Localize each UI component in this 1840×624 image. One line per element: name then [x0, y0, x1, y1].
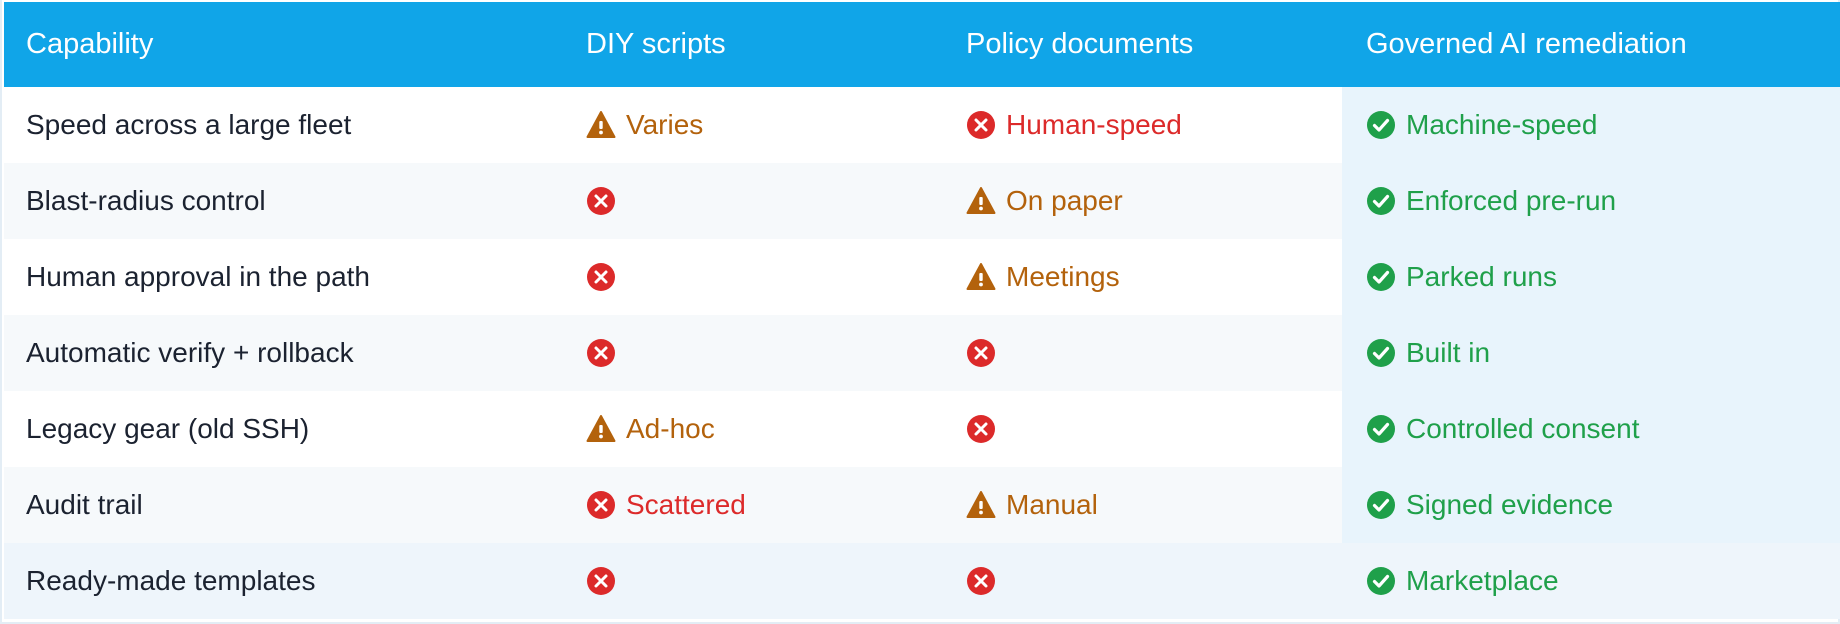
diy-cell: Ad-hoc — [586, 391, 956, 467]
comparison-table: Capability DIY scripts Policy documents … — [0, 0, 1840, 624]
check-circle-icon — [1366, 186, 1396, 216]
governed-status-text: Parked runs — [1406, 261, 1557, 292]
capability-cell: Audit trail — [26, 489, 143, 520]
governed-status-text: Controlled consent — [1406, 413, 1640, 444]
diy-cell: Scattered — [586, 467, 956, 543]
table-row: Speed across a large fleet Varies Human-sp… — [4, 87, 1840, 163]
policy-cell — [966, 315, 1356, 391]
policy-status-text: On paper — [1006, 185, 1123, 216]
capability-cell: Automatic verify + rollback — [26, 337, 354, 368]
table-row: Automatic verify + rollback Built in — [4, 315, 1840, 391]
x-circle-icon — [966, 566, 996, 596]
header-diy-scripts: DIY scripts — [586, 28, 726, 60]
table-row: Audit trail Scattered Manual Signed evidenc… — [4, 467, 1840, 543]
table-row: Legacy gear (old SSH) Ad-hoc Controlled co… — [4, 391, 1840, 467]
check-circle-icon — [1366, 566, 1396, 596]
policy-status-text: Manual — [1006, 489, 1098, 520]
capability-cell: Speed across a large fleet — [26, 109, 352, 140]
diy-cell — [586, 163, 956, 239]
diy-cell — [586, 543, 956, 619]
governed-cell: Signed evidence — [1342, 467, 1840, 543]
check-circle-icon — [1366, 338, 1396, 368]
check-circle-icon — [1366, 490, 1396, 520]
governed-cell: Parked runs — [1342, 239, 1840, 315]
governed-cell: Built in — [1342, 315, 1840, 391]
diy-cell — [586, 239, 956, 315]
x-circle-icon — [966, 414, 996, 444]
header-governed-ai-remediation: Governed AI remediation — [1366, 28, 1687, 60]
governed-cell: Enforced pre-run — [1342, 163, 1840, 239]
x-circle-icon — [966, 110, 996, 140]
governed-status-text: Enforced pre-run — [1406, 185, 1617, 216]
table-row: Human approval in the path Meetings Parked… — [4, 239, 1840, 315]
capability-cell: Human approval in the path — [26, 261, 370, 292]
x-circle-icon — [586, 490, 616, 520]
x-circle-icon — [586, 262, 616, 292]
policy-cell: Meetings — [966, 239, 1356, 315]
capability-cell: Ready-made templates — [26, 565, 316, 596]
x-circle-icon — [586, 566, 616, 596]
policy-cell: On paper — [966, 163, 1356, 239]
header-capability: Capability — [26, 28, 154, 60]
diy-status-text: Scattered — [626, 489, 746, 520]
check-circle-icon — [1366, 414, 1396, 444]
capability-cell: Blast-radius control — [26, 185, 266, 216]
governed-status-text: Built in — [1406, 337, 1491, 368]
x-circle-icon — [966, 338, 996, 368]
policy-cell: Manual — [966, 467, 1356, 543]
x-circle-icon — [586, 338, 616, 368]
governed-cell: Controlled consent — [1342, 391, 1840, 467]
table-row: Blast-radius control On paper Enforced pre… — [4, 163, 1840, 239]
policy-status-text: Meetings — [1006, 261, 1120, 292]
policy-cell — [966, 391, 1356, 467]
governed-status-text: Machine-speed — [1406, 109, 1598, 140]
governed-status-text: Signed evidence — [1406, 489, 1614, 520]
policy-cell — [966, 543, 1356, 619]
governed-cell: Marketplace — [1342, 543, 1840, 619]
warning-icon — [586, 414, 616, 444]
check-circle-icon — [1366, 262, 1396, 292]
warning-icon — [966, 262, 996, 292]
diy-status-text: Ad-hoc — [626, 413, 715, 444]
check-circle-icon — [1366, 110, 1396, 140]
policy-cell: Human-speed — [966, 87, 1356, 163]
governed-cell: Machine-speed — [1342, 87, 1840, 163]
policy-status-text: Human-speed — [1006, 109, 1182, 140]
diy-cell — [586, 315, 956, 391]
warning-icon — [966, 490, 996, 520]
diy-cell: Varies — [586, 87, 956, 163]
warning-icon — [586, 110, 616, 140]
warning-icon — [966, 186, 996, 216]
diy-status-text: Varies — [626, 109, 704, 140]
capability-cell: Legacy gear (old SSH) — [26, 413, 310, 444]
header-policy-documents: Policy documents — [966, 28, 1194, 60]
x-circle-icon — [586, 186, 616, 216]
table-row: Ready-made templates Marketplace — [4, 543, 1840, 619]
governed-status-text: Marketplace — [1406, 565, 1559, 596]
table-header: Capability DIY scripts Policy documents … — [4, 2, 1840, 87]
